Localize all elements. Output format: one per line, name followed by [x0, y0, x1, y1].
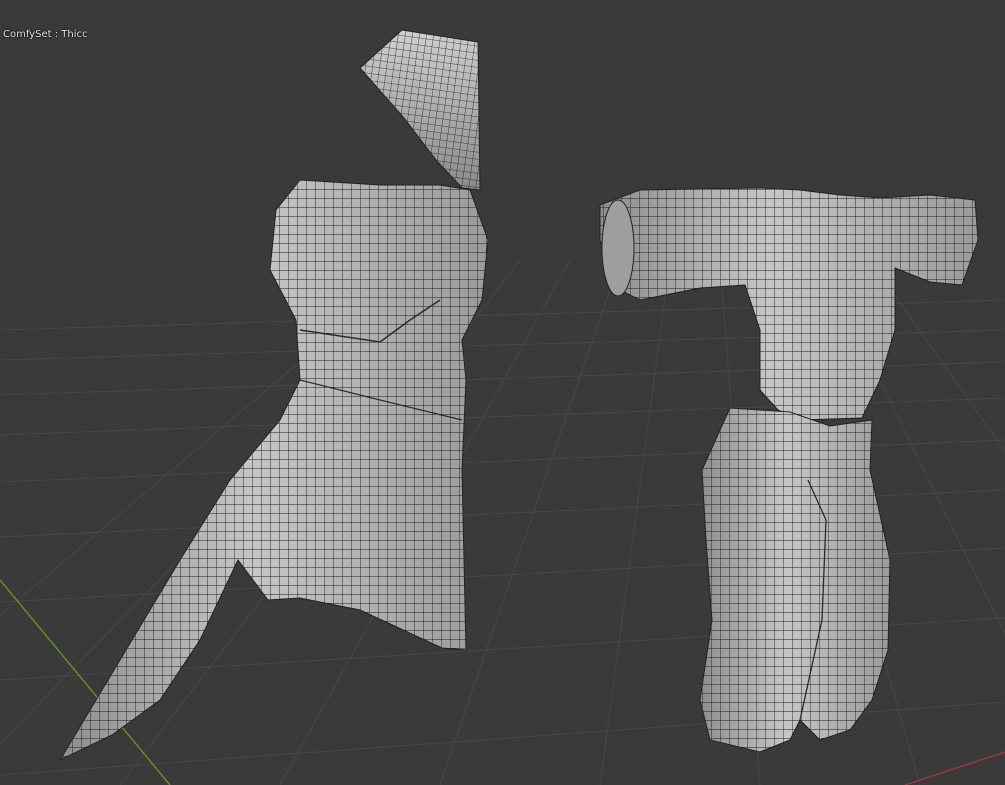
dress-mesh[interactable]	[58, 179, 489, 762]
active-object-label: ComfySet : Thicc	[3, 29, 88, 40]
shirt-mesh[interactable]	[599, 187, 979, 421]
viewport-canvas[interactable]	[0, 0, 1005, 785]
x-axis-line	[904, 751, 1005, 785]
pants-mesh[interactable]	[699, 407, 891, 753]
hood-mesh[interactable]	[359, 29, 481, 191]
3d-viewport[interactable]: ComfySet : Thicc	[0, 0, 1005, 785]
